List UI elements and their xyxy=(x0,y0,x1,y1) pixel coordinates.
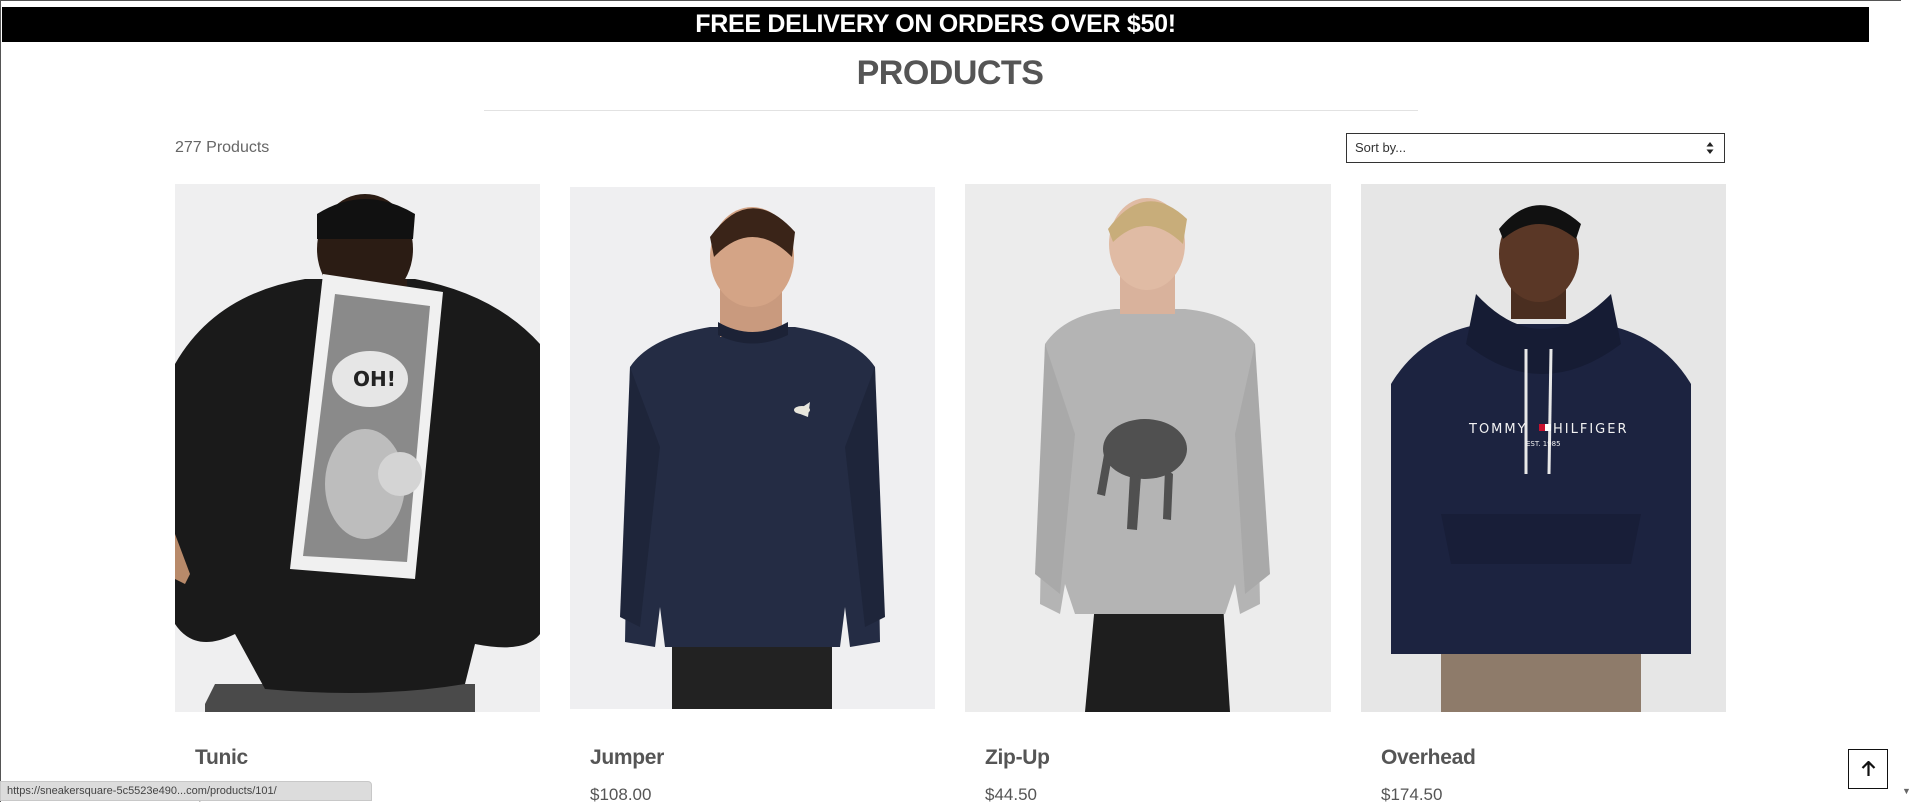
status-bar-url: https://sneakersquare-5c5523e490...com/p… xyxy=(0,781,372,801)
back-to-top-button[interactable] xyxy=(1848,749,1888,789)
product-image[interactable]: OH! xyxy=(175,184,540,712)
product-image[interactable] xyxy=(965,184,1331,712)
product-price: $108.00 xyxy=(590,785,652,804)
product-name[interactable]: Jumper xyxy=(590,746,664,770)
svg-text:EST. 1985: EST. 1985 xyxy=(1526,440,1561,448)
product-image[interactable] xyxy=(570,187,935,709)
promo-banner: FREE DELIVERY ON ORDERS OVER $50! xyxy=(2,7,1869,42)
svg-text:TOMMY: TOMMY xyxy=(1468,422,1528,437)
product-price: $174.50 xyxy=(1381,785,1443,804)
title-divider xyxy=(484,110,1418,111)
arrow-up-icon xyxy=(1861,761,1876,776)
sort-arrows-icon xyxy=(1706,142,1714,154)
svg-text:OH!: OH! xyxy=(353,367,396,391)
sort-select[interactable]: Sort by... xyxy=(1346,133,1725,163)
product-name[interactable]: Tunic xyxy=(195,746,248,770)
product-name[interactable]: Zip-Up xyxy=(985,746,1050,770)
promo-banner-text: FREE DELIVERY ON ORDERS OVER $50! xyxy=(695,10,1176,38)
product-count: 277 Products xyxy=(175,139,270,156)
product-name[interactable]: Overhead xyxy=(1381,746,1476,770)
scrollbar-down-arrow[interactable]: ▼ xyxy=(1902,786,1911,796)
svg-text:HILFIGER: HILFIGER xyxy=(1553,422,1628,437)
product-price: $44.50 xyxy=(985,785,1037,804)
page-title: PRODUCTS xyxy=(856,54,1044,92)
sort-select-value: Sort by... xyxy=(1355,140,1407,155)
product-image[interactable]: TOMMY HILFIGER EST. 1985 xyxy=(1361,184,1726,712)
